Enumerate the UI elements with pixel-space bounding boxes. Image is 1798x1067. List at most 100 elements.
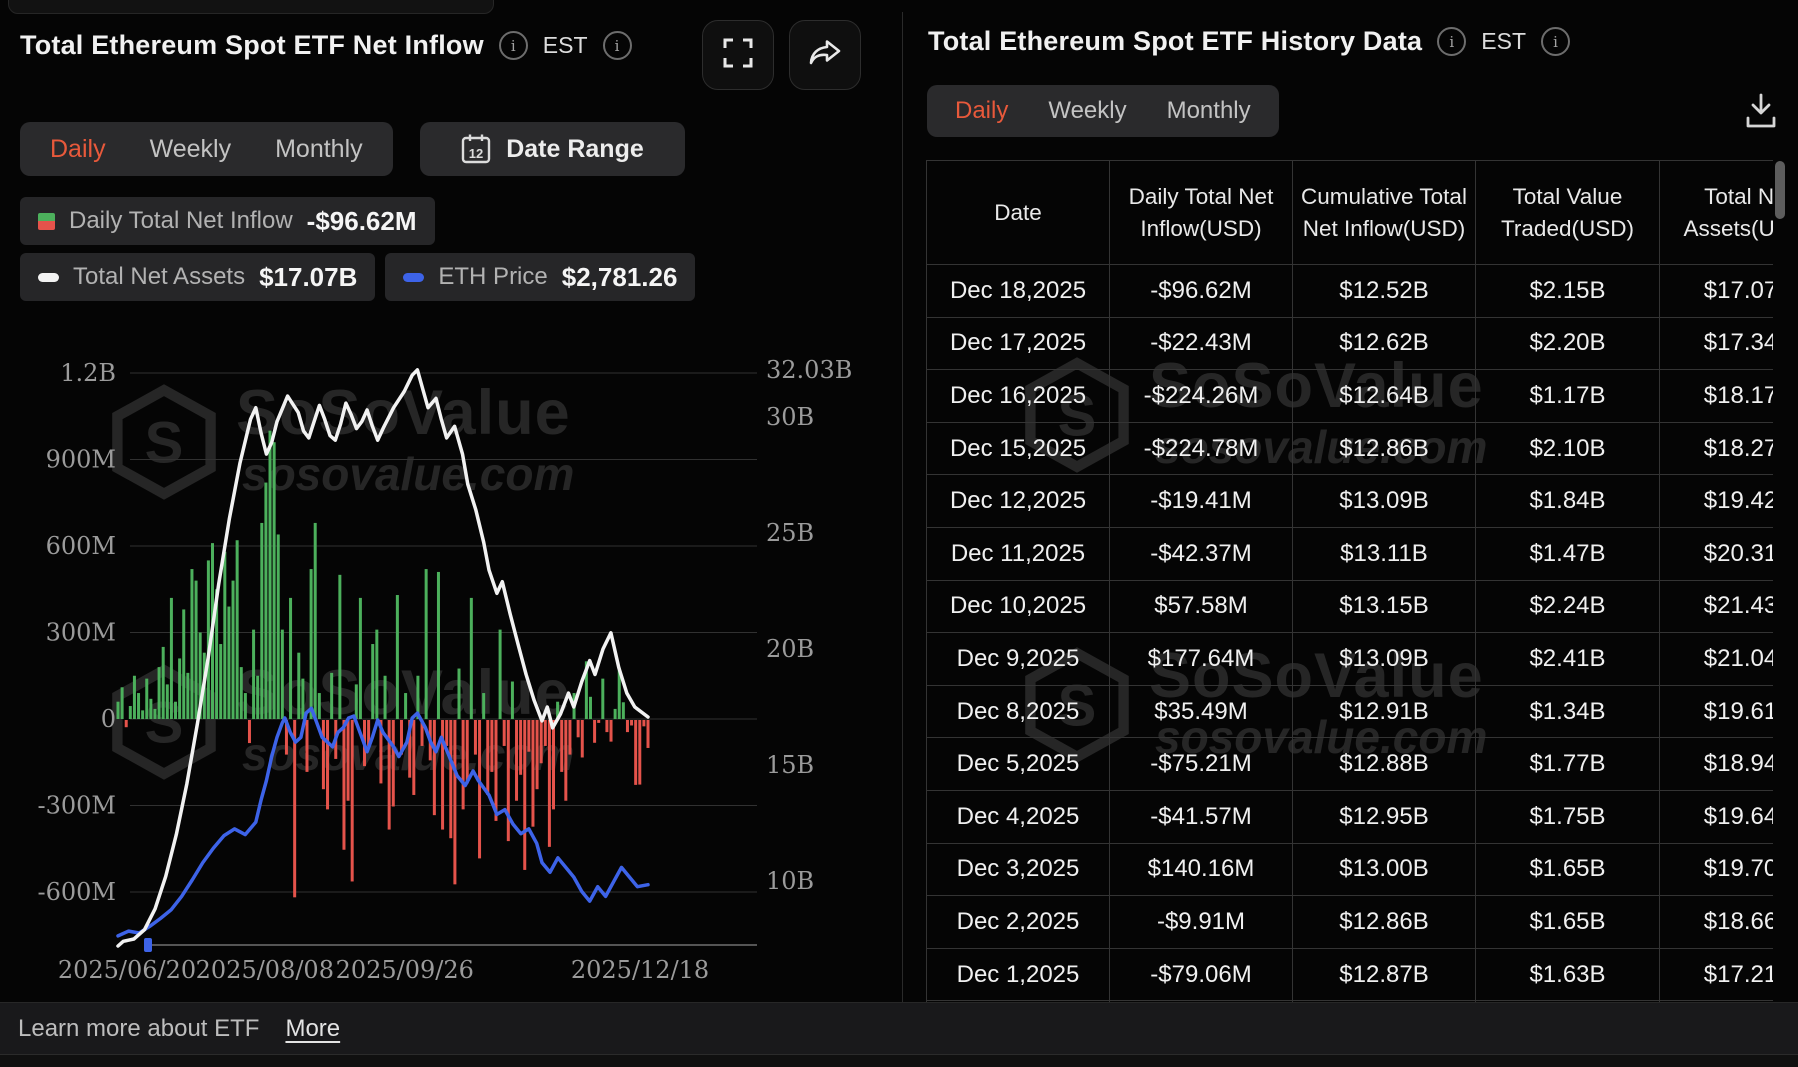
table-cell: $1.65B — [1475, 895, 1660, 949]
column-header: Total Net Assets(USD) — [1659, 160, 1773, 265]
table-row[interactable]: Dec 9,2025$177.64M$13.09B$2.41B$21.04B — [926, 632, 1773, 686]
tab-daily[interactable]: Daily — [935, 97, 1028, 125]
table-cell: $18.17B — [1659, 369, 1773, 423]
table-cell: $21.04B — [1659, 632, 1773, 686]
table-cell: $1.47B — [1475, 526, 1660, 581]
table-row[interactable]: Dec 12,2025-$19.41M$13.09B$1.84B$19.42B — [926, 474, 1773, 528]
svg-text:-600M: -600M — [38, 878, 117, 906]
top-cropped-card-edge — [8, 0, 494, 14]
history-table-container[interactable]: Date Daily Total Net Inflow(USD) Cumulativ… — [926, 160, 1773, 1002]
tab-monthly[interactable]: Monthly — [1147, 97, 1271, 125]
table-row[interactable]: Dec 4,2025-$41.57M$12.95B$1.75B$19.64B — [926, 789, 1773, 844]
table-row[interactable]: Dec 16,2025-$224.26M$12.64B$1.17B$18.17B — [926, 369, 1773, 423]
table-row[interactable]: Dec 17,2025-$22.43M$12.62B$2.20B$17.34B — [926, 316, 1773, 371]
table-row[interactable]: Dec 2,2025-$9.91M$12.86B$1.65B$18.66B — [926, 895, 1773, 949]
table-cell: $140.16M — [1109, 842, 1293, 897]
inflow-legend-icon — [38, 212, 55, 230]
table-row[interactable]: Dec 8,2025$35.49M$12.91B$1.34B$19.61B — [926, 684, 1773, 739]
table-cell: $12.88B — [1292, 737, 1476, 791]
table-cell: $13.00B — [1292, 842, 1476, 897]
table-cell: $19.64B — [1659, 789, 1773, 844]
table-cell: Dec 8,2025 — [926, 684, 1110, 739]
table-cell: $17.34B — [1659, 316, 1773, 371]
svg-text:2025/08/08: 2025/08/08 — [196, 956, 334, 984]
history-header: Total Ethereum Spot ETF History Data i E… — [928, 26, 1570, 57]
table-cell: $19.70B — [1659, 842, 1773, 897]
table-cell: Dec 15,2025 — [926, 421, 1110, 476]
svg-text:32.03B: 32.03B — [766, 356, 852, 384]
table-cell: Dec 10,2025 — [926, 579, 1110, 634]
svg-text:12: 12 — [469, 146, 483, 161]
table-cell: $1.63B — [1475, 947, 1660, 1002]
history-table: Date Daily Total Net Inflow(USD) Cumulativ… — [926, 160, 1773, 1002]
table-cell: $1.84B — [1475, 474, 1660, 528]
panel-divider — [902, 12, 903, 1002]
assets-line-icon — [38, 272, 59, 282]
table-cell: $21.43B — [1659, 579, 1773, 634]
table-cell: Dec 1,2025 — [926, 947, 1110, 1002]
table-cell: $12.86B — [1292, 421, 1476, 476]
tab-weekly[interactable]: Weekly — [128, 135, 254, 164]
svg-text:25B: 25B — [766, 519, 814, 547]
timezone-label: EST — [542, 32, 588, 58]
info-icon[interactable]: i — [498, 31, 528, 60]
column-header: Total Value Traded(USD) — [1475, 160, 1660, 265]
table-cell: $1.65B — [1475, 842, 1660, 897]
tab-weekly[interactable]: Weekly — [1028, 97, 1146, 125]
table-cell: $19.61B — [1659, 684, 1773, 739]
price-legend-label: ETH Price — [438, 263, 548, 290]
table-row[interactable]: Dec 11,2025-$42.37M$13.11B$1.47B$20.31B — [926, 526, 1773, 581]
etf-net-inflow-chart[interactable]: 1.2B 900M 600M 300M 0 -300M -600M 32.03B 30B 25B 2… — [0, 300, 902, 996]
timezone-info-icon[interactable]: i — [602, 31, 632, 60]
assets-legend-label: Total Net Assets — [73, 263, 246, 290]
table-cell: -$75.21M — [1109, 737, 1293, 791]
table-row[interactable]: Dec 1,2025-$79.06M$12.87B$1.63B$17.21B — [926, 947, 1773, 1002]
table-cell: -$96.62M — [1109, 264, 1293, 318]
timezone-info-icon[interactable]: i — [1541, 27, 1570, 56]
footer-more-link[interactable]: More — [285, 1015, 340, 1043]
table-row[interactable]: Dec 10,2025$57.58M$13.15B$2.24B$21.43B — [926, 579, 1773, 634]
info-icon[interactable]: i — [1437, 27, 1467, 56]
download-button[interactable] — [1744, 92, 1778, 135]
table-cell: $1.17B — [1475, 369, 1660, 423]
svg-text:300M: 300M — [46, 619, 116, 647]
table-cell: $2.10B — [1475, 421, 1660, 476]
fullscreen-button[interactable] — [702, 20, 774, 90]
legend-daily-net-inflow[interactable]: Daily Total Net Inflow -$96.62M — [20, 197, 435, 245]
table-cell: Dec 3,2025 — [926, 842, 1110, 897]
table-row[interactable]: Dec 18,2025-$96.62M$12.52B$2.15B$17.07B — [926, 264, 1773, 318]
table-cell: $1.75B — [1475, 789, 1660, 844]
svg-text:20B: 20B — [766, 635, 814, 663]
svg-text:2025/12/18: 2025/12/18 — [571, 956, 709, 984]
table-cell: $12.87B — [1292, 947, 1476, 1002]
svg-text:1.2B: 1.2B — [60, 359, 116, 387]
history-period-tabs: Daily Weekly Monthly — [927, 85, 1279, 137]
table-cell: $177.64M — [1109, 632, 1293, 686]
svg-text:-300M: -300M — [38, 792, 117, 820]
column-header: Date — [926, 160, 1110, 265]
table-row[interactable]: Dec 3,2025$140.16M$13.00B$1.65B$19.70B — [926, 842, 1773, 897]
inflow-legend-label: Daily Total Net Inflow — [69, 207, 293, 234]
tab-daily[interactable]: Daily — [28, 135, 128, 164]
svg-text:2025/06/20: 2025/06/20 — [58, 956, 196, 984]
price-legend-value: $2,781.26 — [561, 261, 678, 292]
legend-total-net-assets[interactable]: Total Net Assets $17.07B — [20, 253, 376, 301]
table-cell: $12.52B — [1292, 264, 1476, 318]
history-title: Total Ethereum Spot ETF History Data — [928, 26, 1423, 56]
table-cell: Dec 11,2025 — [926, 526, 1110, 581]
table-cell: Dec 9,2025 — [926, 632, 1110, 686]
table-row[interactable]: Dec 5,2025-$75.21M$12.88B$1.77B$18.94B — [926, 737, 1773, 791]
calendar-icon: 12 — [461, 133, 491, 165]
tab-monthly[interactable]: Monthly — [253, 135, 385, 164]
date-range-label: Date Range — [506, 134, 644, 163]
table-cell: $2.20B — [1475, 316, 1660, 371]
date-range-button[interactable]: 12 Date Range — [420, 122, 685, 176]
svg-text:0: 0 — [101, 705, 116, 733]
table-scrollbar[interactable] — [1775, 161, 1785, 219]
table-row[interactable]: Dec 15,2025-$224.78M$12.86B$2.10B$18.27B — [926, 421, 1773, 476]
share-button[interactable] — [789, 20, 861, 90]
svg-text:2025/09/26: 2025/09/26 — [336, 956, 474, 984]
svg-text:600M: 600M — [46, 532, 116, 560]
table-cell: Dec 2,2025 — [926, 895, 1110, 949]
legend-eth-price[interactable]: ETH Price $2,781.26 — [385, 253, 696, 301]
